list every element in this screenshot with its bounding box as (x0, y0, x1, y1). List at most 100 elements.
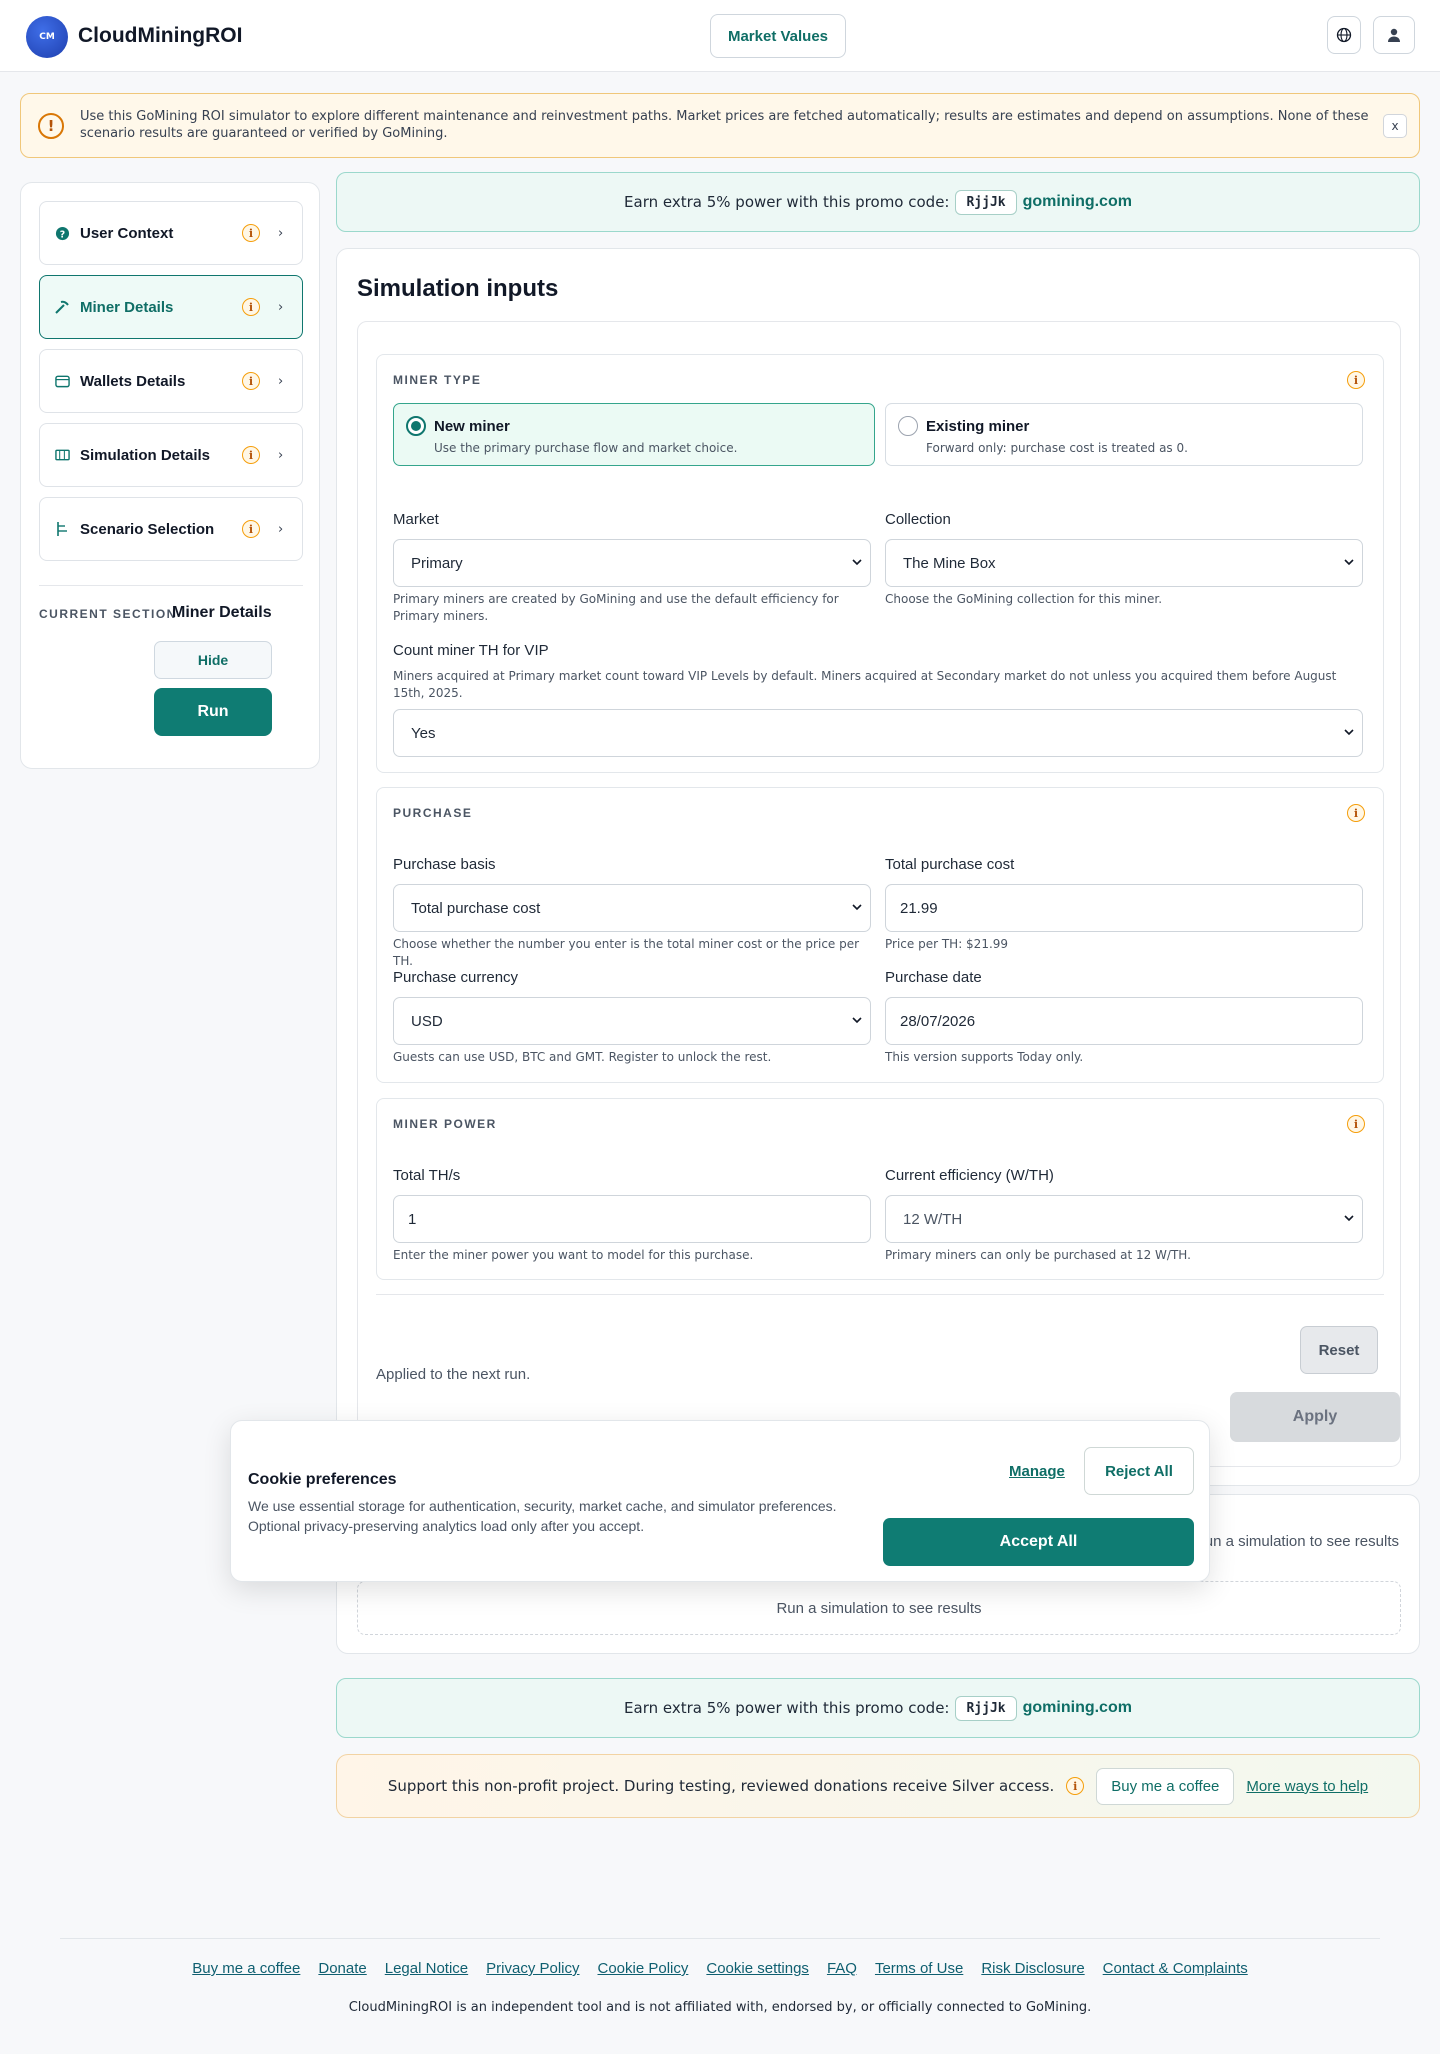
promo-site-link[interactable]: gomining.com (1023, 1699, 1132, 1717)
promo-code[interactable]: RjjJk (955, 189, 1017, 215)
section-heading: MINER POWER (393, 1117, 497, 1131)
sidebar-item-miner-details[interactable]: Miner Details i › (39, 275, 303, 339)
footer-link-donate[interactable]: Donate (318, 1960, 366, 1977)
footer-link-privacy-policy[interactable]: Privacy Policy (486, 1960, 579, 1977)
chevron-right-icon: › (278, 225, 284, 241)
reset-button[interactable]: Reset (1300, 1326, 1378, 1374)
sidebar-item-user-context[interactable]: ? User Context i › (39, 201, 303, 265)
apply-button[interactable]: Apply (1230, 1392, 1400, 1442)
radio-unselected[interactable] (898, 416, 918, 436)
purchase-date-label: Purchase date (885, 969, 982, 986)
logo-icon[interactable]: CM (26, 16, 68, 58)
promo-text: Earn extra 5% power with this promo code… (624, 1699, 950, 1717)
footer-link-faq[interactable]: FAQ (827, 1960, 857, 1977)
info-icon[interactable]: i (242, 298, 260, 316)
miner-type-section: MINER TYPE i New miner Use the primary p… (376, 354, 1384, 773)
market-values-button[interactable]: Market Values (710, 14, 846, 58)
brand-name[interactable]: CloudMiningROI (78, 24, 242, 48)
select-value: 12 W/TH (903, 1210, 963, 1228)
info-icon[interactable]: i (1347, 371, 1365, 389)
sidebar-item-scenario-selection[interactable]: Scenario Selection i › (39, 497, 303, 561)
collection-select[interactable]: The Mine Box (885, 539, 1363, 587)
sidebar-item-wallets-details[interactable]: Wallets Details i › (39, 349, 303, 413)
wallet-icon (54, 373, 70, 389)
info-icon[interactable]: i (242, 372, 260, 390)
run-button[interactable]: Run (154, 688, 272, 736)
section-heading: PURCHASE (393, 806, 473, 820)
input-value: 1 (408, 1210, 417, 1228)
input-value: 21.99 (900, 899, 938, 917)
option-title: New miner (434, 418, 510, 435)
total-ths-help: Enter the miner power you want to model … (393, 1248, 754, 1262)
reject-all-button[interactable]: Reject All (1084, 1447, 1194, 1495)
hide-button[interactable]: Hide (154, 641, 272, 679)
vip-help: Miners acquired at Primary market count … (393, 669, 1337, 700)
footer-divider (60, 1938, 1380, 1939)
vip-select[interactable]: Yes (393, 709, 1363, 757)
footer-disclaimer: CloudMiningROI is an independent tool an… (348, 2000, 1092, 2015)
footer-link-buy-coffee[interactable]: Buy me a coffee (192, 1960, 300, 1977)
user-icon (1388, 28, 1400, 42)
market-help: Primary miners are created by GoMining a… (393, 592, 839, 623)
option-description: Use the primary purchase flow and market… (434, 441, 738, 455)
option-description: Forward only: purchase cost is treated a… (926, 441, 1188, 455)
promo-banner-bottom: Earn extra 5% power with this promo code… (336, 1678, 1420, 1738)
purchase-basis-select[interactable]: Total purchase cost (393, 884, 871, 932)
chevron-down-icon (1344, 729, 1354, 736)
footer-link-cookie-policy[interactable]: Cookie Policy (598, 1960, 689, 1977)
manage-cookies-link[interactable]: Manage (1009, 1463, 1065, 1480)
inputs-container: MINER TYPE i New miner Use the primary p… (357, 321, 1401, 1467)
current-section-value: Miner Details (172, 604, 272, 621)
top-header: CM CloudMiningROI Market Values (0, 0, 1440, 72)
sidebar-item-simulation-details[interactable]: Simulation Details i › (39, 423, 303, 487)
chevron-right-icon: › (278, 299, 284, 315)
existing-miner-option[interactable]: Existing miner Forward only: purchase co… (885, 403, 1363, 466)
footer-link-legal-notice[interactable]: Legal Notice (385, 1960, 468, 1977)
footer-link-contact[interactable]: Contact & Complaints (1103, 1960, 1248, 1977)
accept-all-button[interactable]: Accept All (883, 1518, 1194, 1566)
promo-code[interactable]: RjjJk (955, 1695, 1017, 1721)
results-status: Run a simulation to see results (1193, 1533, 1399, 1550)
sidebar-item-label: Wallets Details (80, 372, 186, 390)
cookie-dialog: Cookie preferences We use essential stor… (230, 1420, 1210, 1582)
total-ths-label: Total TH/s (393, 1167, 461, 1184)
new-miner-option[interactable]: New miner Use the primary purchase flow … (393, 403, 875, 466)
footer-links: Buy me a coffee Donate Legal Notice Priv… (0, 1960, 1440, 1977)
notice-text: Use this GoMining ROI simulator to explo… (80, 109, 1369, 141)
account-button[interactable] (1373, 16, 1415, 54)
info-icon[interactable]: i (242, 520, 260, 538)
promo-banner: Earn extra 5% power with this promo code… (336, 172, 1420, 232)
footer-link-risk[interactable]: Risk Disclosure (981, 1960, 1084, 1977)
price-per-th-help: Price per TH: $21.99 (885, 937, 1009, 951)
more-ways-link[interactable]: More ways to help (1246, 1778, 1368, 1795)
promo-site-link[interactable]: gomining.com (1023, 193, 1132, 211)
close-notice-button[interactable]: x (1383, 114, 1407, 138)
total-cost-input[interactable]: 21.99 (885, 884, 1363, 932)
info-icon[interactable]: i (242, 224, 260, 242)
page-title: Simulation inputs (357, 275, 559, 302)
efficiency-select[interactable]: 12 W/TH (885, 1195, 1363, 1243)
results-placeholder: Run a simulation to see results (357, 1581, 1401, 1635)
buy-coffee-button[interactable]: Buy me a coffee (1096, 1767, 1235, 1805)
sidebar: ? User Context i › Miner Details i › Wal… (20, 182, 320, 769)
simulation-panel: Simulation inputs MINER TYPE i New miner… (336, 248, 1420, 1486)
select-value: Total purchase cost (411, 899, 541, 917)
purchase-date-input[interactable]: 28/07/2026 (885, 997, 1363, 1045)
info-icon[interactable]: i (242, 446, 260, 464)
info-icon[interactable]: i (1347, 804, 1365, 822)
language-button[interactable] (1327, 16, 1361, 54)
market-select[interactable]: Primary (393, 539, 871, 587)
total-ths-input[interactable]: 1 (393, 1195, 871, 1243)
cookie-title: Cookie preferences (248, 1471, 397, 1488)
footer-link-cookie-settings[interactable]: Cookie settings (706, 1960, 809, 1977)
input-value: 28/07/2026 (900, 1012, 976, 1030)
purchase-date-help: This version supports Today only. (885, 1050, 1084, 1064)
promo-text: Earn extra 5% power with this promo code… (624, 193, 950, 211)
chevron-right-icon: › (278, 521, 284, 537)
footer-link-terms[interactable]: Terms of Use (875, 1960, 963, 1977)
radio-selected[interactable] (406, 416, 426, 436)
info-icon[interactable]: i (1347, 1115, 1365, 1133)
purchase-currency-select[interactable]: USD (393, 997, 871, 1045)
sidebar-item-label: Simulation Details (80, 446, 211, 464)
info-icon[interactable]: i (1066, 1777, 1085, 1795)
